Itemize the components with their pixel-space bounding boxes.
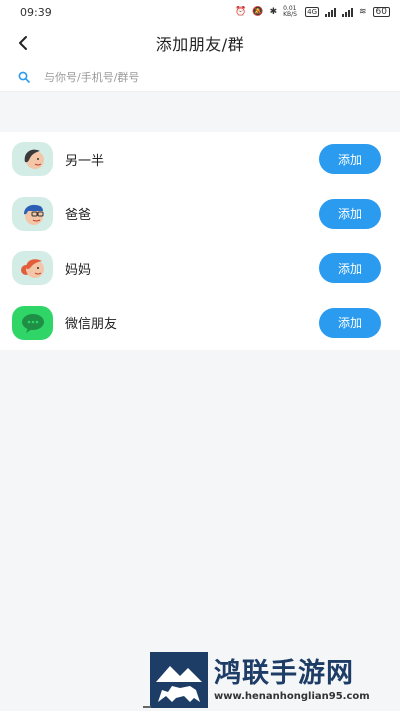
status-icons: ⏰ 🔕 ✱ 0.01 KB/S 4G ≋ 60: [235, 6, 390, 18]
watermark-logo-icon: [150, 651, 208, 708]
signal-icon: [325, 7, 336, 17]
wifi-icon: ≋: [359, 7, 367, 17]
list-item: 妈妈 添加: [0, 241, 400, 296]
alarm-icon: ⏰: [235, 7, 247, 17]
watermark: 鸿联手游网 www.henanhonglian95.com: [150, 648, 400, 711]
watermark-text: 鸿联手游网 www.henanhonglian95.com: [214, 657, 370, 702]
avatar: [12, 142, 53, 177]
avatar: [12, 305, 53, 340]
network-type: 4G: [305, 7, 319, 17]
add-button[interactable]: 添加: [319, 198, 381, 229]
network-speed: 0.01 KB/S: [283, 5, 297, 18]
battery-icon: 60: [372, 7, 390, 17]
wechat-icon: [21, 313, 44, 333]
list-item: 微信朋友 添加: [0, 296, 400, 351]
contact-name: 另一半: [65, 153, 105, 169]
page-title: 添加朋友/群: [155, 35, 245, 54]
watermark-url: www.henanhonglian95.com: [214, 691, 370, 702]
contact-name: 妈妈: [65, 262, 92, 278]
mute-icon: 🔕: [252, 7, 264, 17]
person-glasses-icon: [23, 204, 43, 225]
avatar: [12, 196, 53, 231]
nav-bar: 添加朋友/群: [0, 24, 400, 62]
add-button[interactable]: 添加: [319, 253, 381, 284]
person-red-hair-icon: [20, 259, 44, 279]
signal-icon-2: [342, 7, 353, 17]
search-icon: [18, 71, 30, 83]
contact-name: 微信朋友: [65, 317, 118, 333]
status-time: 09:39: [20, 5, 52, 19]
list-item: 另一半 添加: [0, 132, 400, 187]
back-button[interactable]: [12, 32, 34, 54]
section-spacer: [0, 92, 400, 132]
search-bar[interactable]: 与你号/手机号/群号: [0, 62, 400, 92]
list-item: 爸爸 添加: [0, 187, 400, 242]
contact-list: 另一半 添加 爸爸 添加 妈妈 添加 微信朋友 添加: [0, 132, 400, 350]
contact-name: 爸爸: [65, 208, 92, 224]
watermark-title: 鸿联手游网: [214, 658, 354, 689]
add-button[interactable]: 添加: [319, 144, 381, 175]
bluetooth-icon: ✱: [269, 7, 278, 17]
add-button[interactable]: 添加: [319, 307, 381, 338]
status-bar: 09:39 ⏰ 🔕 ✱ 0.01 KB/S 4G ≋ 60: [0, 0, 400, 24]
person-dark-hair-icon: [24, 149, 44, 170]
search-input[interactable]: 与你号/手机号/群号: [44, 69, 139, 85]
home-indicator: [143, 706, 151, 708]
avatar: [12, 251, 53, 286]
chevron-left-icon: [19, 36, 27, 50]
